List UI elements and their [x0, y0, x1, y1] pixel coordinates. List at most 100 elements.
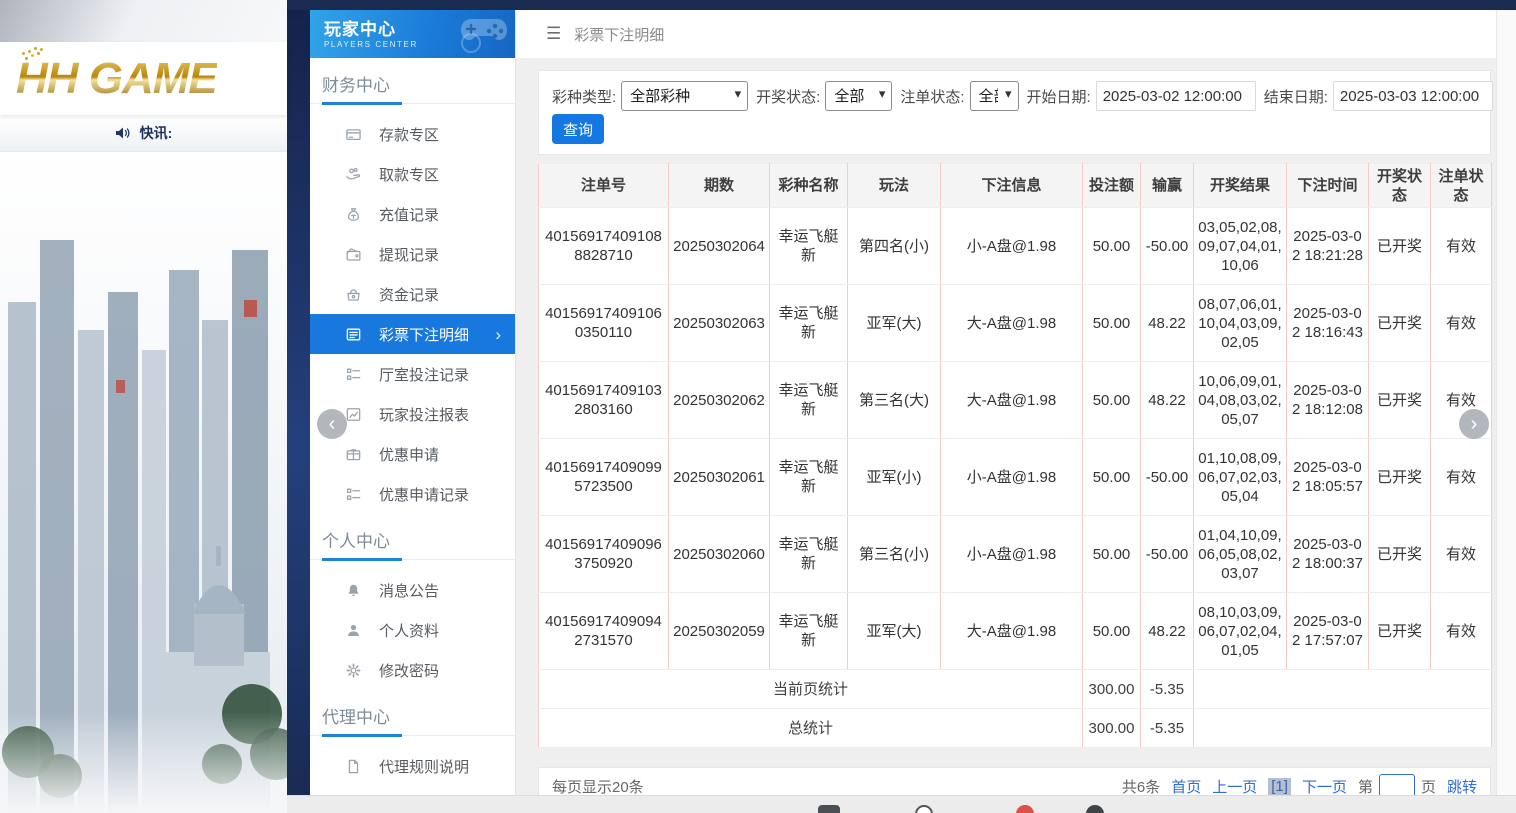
cell-bet-amount: 50.00 — [1083, 439, 1141, 516]
cell-bet-time: 2025-03-02 18:05:57 — [1287, 439, 1369, 516]
search-button[interactable]: 查询 — [552, 114, 604, 144]
lottery-type-label: 彩种类型: — [552, 86, 616, 107]
end-date-input[interactable] — [1333, 81, 1493, 111]
end-date-label: 结束日期: — [1264, 86, 1328, 107]
sidebar-item-profile[interactable]: 个人资料 — [310, 610, 515, 650]
bets-table: 注单号期数彩种名称玩法下注信息投注额输赢开奖结果下注时间开奖状态注单状态 401… — [538, 163, 1492, 748]
background-top-band — [0, 0, 287, 42]
cell-period: 20250302064 — [669, 208, 770, 285]
cell-bet-amount: 50.00 — [1083, 593, 1141, 670]
sidebar-item-funds-records[interactable]: 资金记录 — [310, 274, 515, 314]
bankcard-icon — [345, 126, 362, 143]
menu-icon[interactable]: ☰ — [546, 24, 561, 44]
cell-draw-status: 已开奖 — [1369, 208, 1431, 285]
col-bet-status: 注单状态 — [1431, 164, 1492, 208]
sidebar-title: 玩家中心 — [324, 20, 418, 40]
cell-play-type: 第四名(小) — [848, 208, 941, 285]
cell-bet-info: 小-A盘@1.98 — [941, 516, 1083, 593]
cell-win-loss: -50.00 — [1141, 516, 1194, 593]
cell-bet-info: 小-A盘@1.98 — [941, 208, 1083, 285]
next-page-link[interactable]: 下一页 — [1302, 776, 1347, 796]
table-row: 40156917409108882871020250302064幸运飞艇新第四名… — [539, 208, 1492, 285]
section-items: 存款专区取款专区充值记录提现记录资金记录彩票下注明细›厅室投注记录玩家投注报表优… — [310, 104, 515, 514]
logo-band: HH GAME — [0, 42, 287, 115]
scrollbar-track[interactable] — [1496, 10, 1516, 795]
wallet-icon — [345, 246, 362, 263]
topbar: ☰ 彩票下注明细 — [516, 10, 1496, 58]
sidebar-item-label: 个人资料 — [379, 620, 439, 641]
cell-win-loss: -50.00 — [1141, 439, 1194, 516]
col-win-loss: 输赢 — [1141, 164, 1194, 208]
bet-status-select[interactable]: 全部 — [970, 81, 1019, 111]
sidebar-item-withdraw-records[interactable]: 提现记录 — [310, 234, 515, 274]
start-date-input[interactable] — [1096, 81, 1256, 111]
sidebar-item-promo-apply[interactable]: 优惠申请 — [310, 434, 515, 474]
cell-bet-status: 有效 — [1431, 516, 1492, 593]
cell-bet-no: 401569174091088828710 — [539, 208, 669, 285]
cell-bet-info: 小-A盘@1.98 — [941, 439, 1083, 516]
sidebar-item-room-bet-records[interactable]: 厅室投注记录 — [310, 354, 515, 394]
cell-period: 20250302059 — [669, 593, 770, 670]
bet-status-label: 注单状态: — [900, 86, 964, 107]
cell-bet-info: 大-A盘@1.98 — [941, 362, 1083, 439]
cell-bet-no: 401569174091032803160 — [539, 362, 669, 439]
col-draw-status: 开奖状态 — [1369, 164, 1431, 208]
cell-bet-info: 大-A盘@1.98 — [941, 285, 1083, 362]
current-page[interactable]: [1] — [1268, 778, 1291, 795]
cell-bet-time: 2025-03-02 18:21:28 — [1287, 208, 1369, 285]
cell-bet-status: 有效 — [1431, 285, 1492, 362]
cell-bet-status: 有效 — [1431, 439, 1492, 516]
sidebar-item-agent-team-stats[interactable]: 代理团队统计 — [310, 786, 515, 795]
divider-strip — [287, 0, 310, 813]
lottery-type-select[interactable]: 全部彩种 — [621, 81, 748, 111]
col-lottery-name: 彩种名称 — [770, 164, 848, 208]
cell-draw-status: 已开奖 — [1369, 593, 1431, 670]
sidebar-item-label: 取款专区 — [379, 164, 439, 185]
table-row: 40156917409094273157020250302059幸运飞艇新亚军(… — [539, 593, 1492, 670]
sidebar-item-deposit-zone[interactable]: 存款专区 — [310, 114, 515, 154]
sidebar-item-announcements[interactable]: 消息公告 — [310, 570, 515, 610]
cell-bet-amount: 50.00 — [1083, 516, 1141, 593]
bet-list-icon — [345, 326, 362, 343]
news-ticker: 快讯: — [0, 115, 287, 152]
moneybag-icon — [345, 206, 362, 223]
prev-page-link[interactable]: 上一页 — [1212, 776, 1257, 796]
jump-button[interactable]: 跳转 — [1447, 776, 1477, 796]
cell-bet-status: 有效 — [1431, 593, 1492, 670]
sidebar-item-promo-apply-records[interactable]: 优惠申请记录 — [310, 474, 515, 514]
logo-sparkle-decoration — [22, 52, 25, 55]
cell-lottery-name: 幸运飞艇新 — [770, 439, 848, 516]
cell-bet-status: 有效 — [1431, 208, 1492, 285]
sidebar-item-change-password[interactable]: 修改密码 — [310, 650, 515, 690]
jump-page-input[interactable] — [1379, 774, 1415, 795]
cell-bet-no: 401569174090942731570 — [539, 593, 669, 670]
cell-bet-time: 2025-03-02 18:12:08 — [1287, 362, 1369, 439]
sidebar-section: 财务中心存款专区取款专区充值记录提现记录资金记录彩票下注明细›厅室投注记录玩家投… — [310, 58, 515, 514]
page-summary-winloss: -5.35 — [1141, 670, 1194, 709]
sidebar-item-lottery-bet-details[interactable]: 彩票下注明细› — [310, 314, 515, 354]
section-title: 代理中心 — [310, 690, 515, 736]
speaker-icon — [115, 126, 131, 140]
grand-summary-winloss: -5.35 — [1141, 709, 1194, 748]
cell-draw-status: 已开奖 — [1369, 516, 1431, 593]
table-body: 40156917409108882871020250302064 幸运飞艇新 第四名… — [539, 208, 1492, 670]
sidebar-item-agent-rules[interactable]: 代理规则说明 — [310, 746, 515, 786]
panel-prev-button[interactable]: ‹ — [317, 409, 347, 439]
sidebar-item-recharge-records[interactable]: 充值记录 — [310, 194, 515, 234]
background-photo: HH GAME 快讯: — [0, 0, 287, 813]
cell-play-type: 亚军(大) — [848, 285, 941, 362]
sidebar-header: 玩家中心 PLAYERS CENTER — [310, 10, 515, 58]
first-page-link[interactable]: 首页 — [1171, 776, 1201, 796]
sidebar-item-withdraw-zone[interactable]: 取款专区 — [310, 154, 515, 194]
bell-icon — [345, 582, 362, 599]
page-title: 彩票下注明细 — [574, 24, 664, 45]
cell-win-loss: -50.00 — [1141, 208, 1194, 285]
draw-status-select[interactable]: 全部 — [825, 81, 892, 111]
footer-strip — [287, 795, 1516, 813]
cell-win-loss: 48.22 — [1141, 362, 1194, 439]
sidebar-item-label: 提现记录 — [379, 244, 439, 265]
cell-bet-no: 401569174091060350110 — [539, 285, 669, 362]
cell-play-type: 第三名(小) — [848, 516, 941, 593]
panel-next-button[interactable]: › — [1459, 409, 1489, 439]
draw-status-label: 开奖状态: — [756, 86, 820, 107]
